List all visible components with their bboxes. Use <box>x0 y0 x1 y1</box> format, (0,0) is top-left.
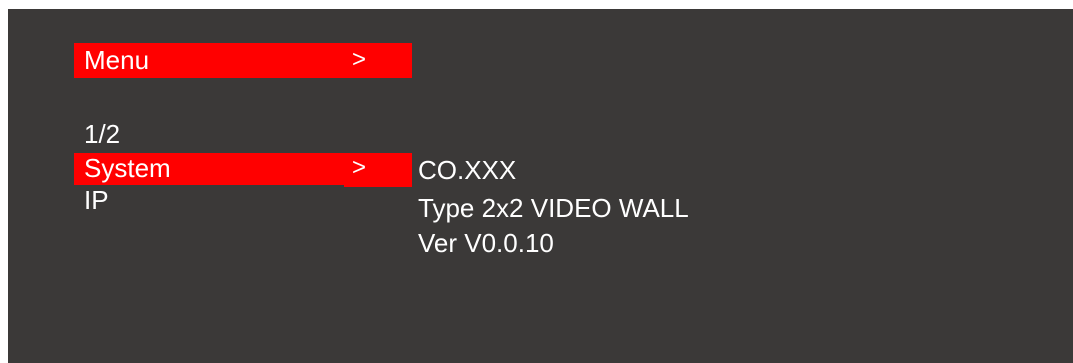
menu-item-ip[interactable]: IP <box>84 185 109 215</box>
osd-screen: Menu > 1/2 System > IP CO.XXX Type 2x2 V… <box>8 9 1073 363</box>
menu-arrow-icon: > <box>352 46 367 73</box>
page-indicator: 1/2 <box>84 119 121 149</box>
info-version: Ver V0.0.10 <box>418 228 554 258</box>
info-type: Type 2x2 VIDEO WALL <box>418 193 689 223</box>
menu-item-label: System <box>84 153 171 183</box>
menu-header[interactable]: Menu > <box>74 43 412 78</box>
chevron-right-icon: > <box>352 154 367 181</box>
menu-title: Menu <box>84 45 150 75</box>
selection-bar-notch <box>344 185 412 187</box>
menu-item-system[interactable]: System > <box>74 153 412 187</box>
info-company: CO.XXX <box>418 155 517 185</box>
